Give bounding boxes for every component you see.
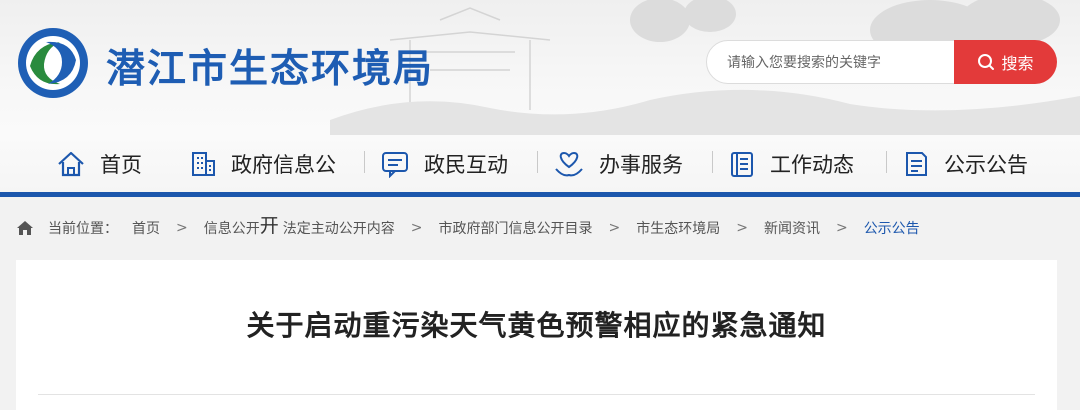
search-icon: [978, 54, 995, 70]
nav-item-notices[interactable]: 公示公告: [902, 149, 1028, 179]
nav-item-label: 政府信息公: [231, 153, 336, 177]
nav-divider: [537, 151, 538, 173]
home-icon: [58, 151, 84, 177]
breadcrumb-current[interactable]: 公示公告: [864, 218, 920, 238]
home-icon: [17, 221, 33, 235]
nav-item-label: 首页: [100, 153, 142, 177]
search-button[interactable]: 搜索: [954, 40, 1057, 84]
breadcrumb-separator: >: [176, 220, 188, 236]
breadcrumb-link[interactable]: 市生态环境局: [636, 218, 720, 238]
nav-item-label: 政民互动: [424, 153, 508, 177]
breadcrumb-separator: >: [736, 220, 748, 236]
breadcrumb-link[interactable]: 法定主动公开内容: [283, 218, 395, 238]
notice-icon: [906, 152, 927, 176]
article-panel: 关于启动重污染天气黄色预警相应的紧急通知: [16, 260, 1057, 410]
chat-icon: [382, 152, 408, 178]
environment-bureau-logo: [18, 28, 88, 98]
main-nav: 首页 政府信息公 政民互动 办事服务 工作动态 公示公告: [0, 135, 1080, 192]
site-header: 潜江市生态环境局 搜索: [0, 0, 1080, 135]
nav-divider: [364, 151, 365, 173]
heart-hand-icon: [555, 151, 583, 177]
breadcrumb: 当前位置： 首页 > 信息公开 开 法定主动公开内容 > 市政府部门信息公开目录…: [0, 197, 1080, 259]
nav-item-gov-info[interactable]: 政府信息公: [189, 149, 336, 179]
nav-divider: [886, 151, 887, 173]
breadcrumb-link[interactable]: 首页: [132, 218, 160, 238]
nav-item-services[interactable]: 办事服务: [553, 149, 683, 179]
breadcrumb-link[interactable]: 市政府部门信息公开目录: [438, 218, 592, 238]
nav-item-interaction[interactable]: 政民互动: [380, 149, 508, 179]
building-icon: [192, 152, 215, 176]
nav-item-label: 办事服务: [599, 153, 683, 177]
article-title: 关于启动重污染天气黄色预警相应的紧急通知: [246, 309, 827, 342]
nav-item-work-news[interactable]: 工作动态: [728, 149, 854, 179]
divider: [38, 394, 1035, 395]
breadcrumb-prefix: 当前位置：: [48, 221, 118, 237]
nav-item-label: 工作动态: [770, 153, 854, 177]
breadcrumb-fragment: 开: [259, 214, 279, 237]
breadcrumb-link[interactable]: 信息公开: [204, 218, 260, 238]
breadcrumb-separator: >: [835, 220, 848, 236]
document-icon: [731, 152, 753, 177]
breadcrumb-separator: >: [608, 220, 621, 236]
nav-item-label: 公示公告: [944, 153, 1028, 177]
nav-divider: [712, 151, 713, 173]
site-title: 潜江市生态环境局: [106, 47, 435, 92]
nav-item-home[interactable]: 首页: [56, 149, 142, 179]
breadcrumb-separator: >: [410, 220, 423, 236]
breadcrumb-link[interactable]: 新闻资讯: [764, 218, 820, 238]
search-button-label: 搜索: [1001, 54, 1034, 73]
search-input[interactable]: [725, 52, 949, 74]
